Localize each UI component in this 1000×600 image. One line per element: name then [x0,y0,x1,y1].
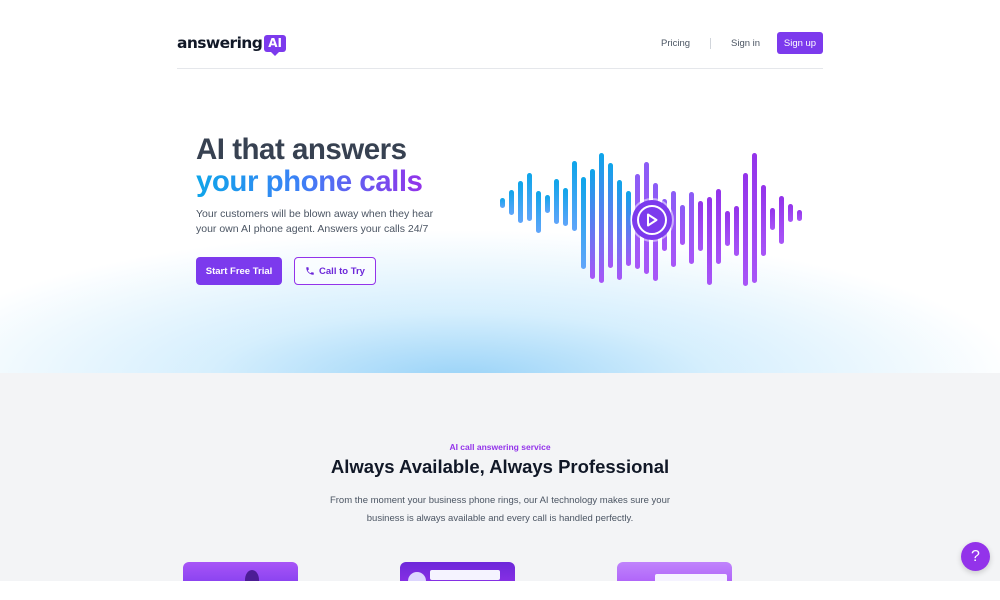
waveform-bar [554,179,559,224]
services-title: Always Available, Always Professional [330,456,670,477]
card-illustration [408,572,426,581]
waveform-bar [671,191,676,267]
waveform-bar [689,192,694,264]
waveform-bar [761,185,766,256]
hero-section: AI that answers your phone calls Your cu… [0,70,1000,373]
feature-card-2 [400,562,515,581]
nav-pricing-link[interactable]: Pricing [661,38,690,49]
nav-signin-link[interactable]: Sign in [731,38,760,49]
waveform-bar [581,177,586,269]
waveform-bar [608,163,613,268]
waveform-bar [500,198,505,208]
nav-container: answering AI Pricing Sign in Sign up [177,0,823,69]
hero-headline-line2: your phone calls [196,165,423,198]
waveform-bar [788,204,793,222]
card-illustration [655,574,727,581]
waveform-bar [572,161,577,231]
waveform-bar [518,181,523,223]
top-navigation: answering AI Pricing Sign in Sign up [0,0,1000,70]
bottom-strip [0,581,1000,600]
waveform-bar [725,211,730,246]
logo-wordmark: answering [177,34,263,52]
services-section: AI call answering service Always Availab… [0,373,1000,581]
waveform-bar [626,191,631,266]
card-illustration [245,570,259,581]
signup-button[interactable]: Sign up [777,32,823,54]
hero-subtitle: Your customers will be blown away when t… [196,208,434,235]
start-free-trial-button[interactable]: Start Free Trial [196,257,282,285]
card-illustration [430,570,500,580]
waveform-bar [743,173,748,286]
play-ring [637,205,667,235]
call-to-try-label: Call to Try [319,265,365,277]
waveform-bar [779,196,784,244]
waveform-bar [698,201,703,251]
waveform-bar [536,191,541,233]
call-to-try-button[interactable]: Call to Try [294,257,376,285]
waveform-bar [509,190,514,215]
phone-icon [306,267,314,275]
nav-divider [710,38,711,49]
waveform-bar [797,210,802,221]
waveform-bar [752,153,757,283]
services-description: From the moment your business phone ring… [329,495,671,524]
feature-card-3 [617,562,732,581]
waveform-bar [707,197,712,285]
waveform-bar [590,169,595,279]
play-icon [647,213,658,227]
waveform-bar [617,180,622,280]
waveform-bar [734,206,739,256]
play-button[interactable] [632,200,672,240]
waveform-bar [680,205,685,245]
waveform-bar [545,195,550,213]
hero-headline: AI that answers your phone calls [196,133,423,198]
feature-card-1 [183,562,298,581]
hero-headline-line1: AI that answers [196,133,407,166]
help-chat-button[interactable]: ? [961,542,990,571]
answering-ai-logo[interactable]: answering AI [177,32,287,56]
waveform-bar [563,188,568,226]
waveform-bar [527,173,532,221]
waveform-bar [599,153,604,283]
help-icon: ? [971,547,980,565]
logo-badge: AI [264,34,287,56]
waveform-bar [770,208,775,230]
waveform-bar [716,189,721,264]
services-eyebrow: AI call answering service [449,442,551,452]
